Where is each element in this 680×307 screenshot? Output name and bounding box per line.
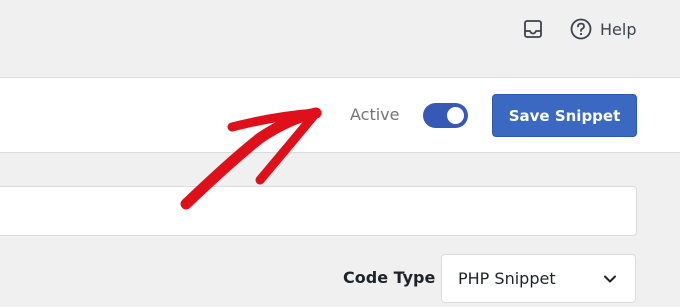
code-type-selected-value: PHP Snippet — [458, 269, 556, 288]
help-button[interactable]: Help — [570, 17, 636, 41]
top-header-bar: Help — [0, 0, 680, 78]
save-snippet-button[interactable]: Save Snippet — [492, 94, 637, 137]
code-type-label: Code Type — [343, 268, 436, 287]
active-label: Active — [350, 105, 400, 124]
help-label: Help — [600, 19, 637, 39]
question-circle-icon — [570, 18, 592, 40]
snippet-title-input[interactable] — [0, 186, 637, 236]
chevron-down-icon — [604, 275, 616, 283]
inbox-icon — [524, 20, 542, 38]
active-toggle[interactable] — [423, 103, 468, 128]
code-type-select[interactable]: PHP Snippet — [441, 254, 636, 303]
inbox-button[interactable] — [523, 19, 543, 39]
toggle-knob — [447, 107, 464, 124]
